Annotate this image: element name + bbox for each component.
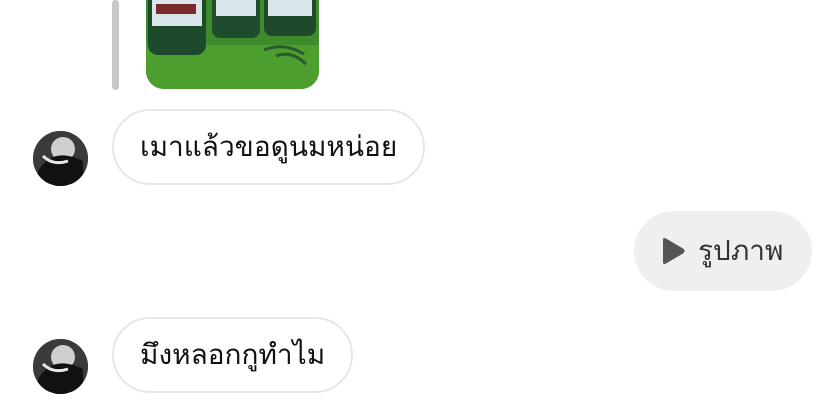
message-bubble[interactable]: เมาแล้วขอดูนมหน่อย [112,109,426,185]
message-text: เมาแล้วขอดูนมหน่อย [140,130,398,163]
message-text: รูปภาพ [698,234,784,267]
avatar[interactable] [33,339,88,394]
message-text: มึงหลอกกูทำไม [140,338,326,371]
reply-thread-bar [112,0,119,90]
avatar-image [33,339,88,394]
avatar-image [33,131,88,186]
message-bubble[interactable]: มึงหลอกกูทำไม [112,317,354,393]
message-bubble-outgoing[interactable]: รูปภาพ [634,211,812,291]
play-icon [663,238,685,264]
photo-attachment[interactable] [146,0,319,89]
photo-image [146,0,319,89]
avatar[interactable] [33,131,88,186]
